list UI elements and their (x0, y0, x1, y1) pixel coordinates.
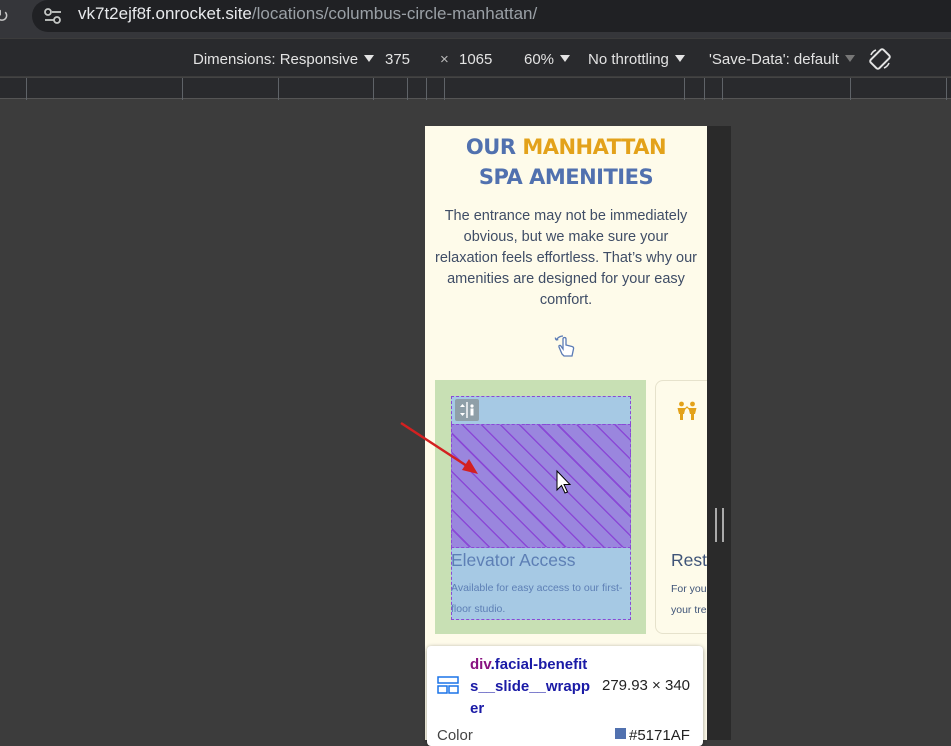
title-part1: OUR (465, 135, 516, 159)
rotate-icon[interactable] (868, 47, 892, 71)
chevron-down-icon (674, 55, 685, 62)
color-swatch (615, 728, 626, 739)
section-title: OUR MANHATTAN SPA AMENITIES (425, 132, 707, 192)
omnibox[interactable]: vk7t2ejf8f.onrocket.site/locations/colum… (32, 0, 951, 32)
amenity-description: For you your tre (671, 583, 707, 616)
resize-grip-icon[interactable] (715, 508, 724, 542)
color-value: #5171AF (629, 727, 690, 744)
zoom-dropdown[interactable]: 60% (524, 51, 571, 68)
amenity-description: Available for easy access to our first-f… (451, 582, 623, 615)
element-size: 279.93 × 340 (602, 677, 691, 694)
site-settings-icon[interactable] (42, 6, 64, 26)
title-line2: SPA AMENITIES (478, 165, 654, 189)
viewport-resize-handle[interactable] (707, 126, 731, 740)
swipe-hand-icon (554, 335, 575, 357)
element-selector: div.facial-benefits__slide__wrapper (470, 654, 595, 720)
color-label: Color (437, 727, 473, 744)
url-text[interactable]: vk7t2ejf8f.onrocket.site/locations/colum… (78, 4, 537, 24)
amenity-title: Elevator Access (451, 550, 576, 570)
save-data-label: 'Save-Data': default (709, 51, 839, 68)
url-host: vk7t2ejf8f.onrocket.site (78, 4, 252, 23)
flex-layout-icon (437, 676, 459, 694)
times-symbol: × (440, 51, 449, 68)
device-toolbar: Dimensions: Responsive 375 × 1065 60% No… (0, 38, 951, 76)
chevron-down-icon (844, 55, 855, 62)
throttling-label: No throttling (588, 51, 669, 68)
zoom-label: 60% (524, 51, 555, 68)
amenity-title: Rest (671, 550, 707, 570)
amenity-slide-next[interactable]: Rest For you your tre (655, 380, 707, 634)
people-icon (677, 401, 697, 420)
width-input[interactable]: 375 (385, 51, 410, 68)
elevator-icon (455, 399, 479, 421)
media-query-ruler[interactable] (0, 77, 951, 100)
save-data-dropdown[interactable]: 'Save-Data': default (709, 51, 855, 68)
amenity-slide-wrapper[interactable]: Elevator Access Available for easy acces… (435, 380, 646, 634)
throttling-dropdown[interactable]: No throttling (588, 51, 685, 68)
dimensions-label: Dimensions: Responsive (193, 51, 359, 68)
title-accent: MANHATTAN (522, 135, 667, 159)
chevron-down-icon (560, 55, 571, 62)
reload-icon[interactable]: ↻ (0, 6, 9, 27)
height-input[interactable]: 1065 (459, 51, 492, 68)
chevron-down-icon (364, 55, 375, 62)
url-path: /locations/columbus-circle-manhattan/ (251, 4, 538, 23)
slide-image-area (451, 424, 631, 548)
element-tag: div (470, 656, 491, 673)
inspector-tooltip: div.facial-benefits__slide__wrapper 279.… (427, 646, 703, 746)
browser-address-bar: ↻ vk7t2ejf8f.onrocket.site/locations/col… (0, 0, 951, 38)
section-description: The entrance may not be immediately obvi… (435, 208, 697, 308)
dimensions-dropdown[interactable]: Dimensions: Responsive (193, 51, 375, 68)
